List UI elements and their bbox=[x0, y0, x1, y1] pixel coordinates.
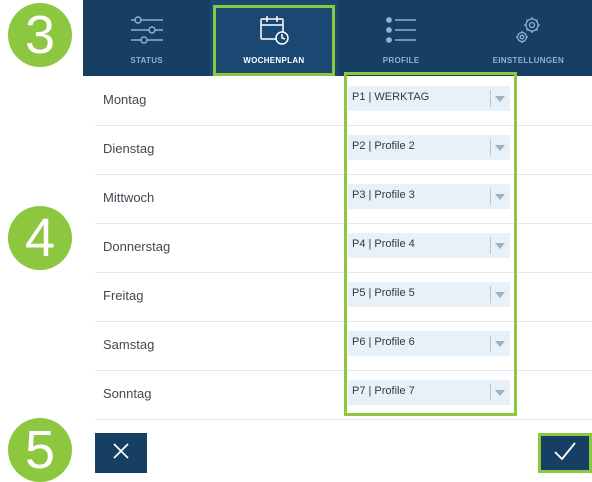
tab-einstellungen[interactable]: EINSTELLUNGEN bbox=[465, 0, 592, 76]
selected-profile: P4 | Profile 4 bbox=[352, 238, 415, 250]
chevron-down-icon bbox=[495, 390, 505, 396]
profile-select-dienstag[interactable]: P2 | Profile 2 bbox=[348, 135, 510, 160]
selected-profile: P7 | Profile 7 bbox=[352, 385, 415, 397]
select-divider bbox=[490, 237, 491, 254]
step-badge-4: 4 bbox=[8, 206, 72, 270]
chevron-down-icon bbox=[495, 194, 505, 200]
schedule-row-dienstag: Dienstag P2 | Profile 2 bbox=[95, 126, 592, 175]
select-divider bbox=[490, 90, 491, 107]
tab-profile[interactable]: PROFILE bbox=[338, 0, 465, 76]
select-divider bbox=[490, 139, 491, 156]
profile-select-freitag[interactable]: P5 | Profile 5 bbox=[348, 282, 510, 307]
step-badge-3: 3 bbox=[8, 3, 72, 67]
profile-select-samstag[interactable]: P6 | Profile 6 bbox=[348, 331, 510, 356]
select-divider bbox=[490, 335, 491, 352]
tab-label: EINSTELLUNGEN bbox=[492, 56, 565, 65]
profile-select-sonntag[interactable]: P7 | Profile 7 bbox=[348, 380, 510, 405]
day-label: Donnerstag bbox=[103, 239, 171, 254]
select-divider bbox=[490, 384, 491, 401]
day-label: Sonntag bbox=[103, 386, 152, 401]
schedule-row-sonntag: Sonntag P7 | Profile 7 bbox=[95, 371, 592, 420]
selected-profile: P6 | Profile 6 bbox=[352, 336, 415, 348]
select-divider bbox=[490, 188, 491, 205]
cancel-button[interactable] bbox=[95, 433, 147, 473]
profile-select-donnerstag[interactable]: P4 | Profile 4 bbox=[348, 233, 510, 258]
selected-profile: P1 | WERKTAG bbox=[352, 91, 430, 103]
schedule-row-freitag: Freitag P5 | Profile 5 bbox=[95, 273, 592, 322]
confirm-button[interactable] bbox=[538, 433, 592, 473]
profile-select-montag[interactable]: P1 | WERKTAG bbox=[348, 86, 510, 111]
tab-label: PROFILE bbox=[382, 56, 420, 65]
schedule-row-donnerstag: Donnerstag P4 | Profile 4 bbox=[95, 224, 592, 273]
chevron-down-icon bbox=[495, 145, 505, 151]
step-badge-5: 5 bbox=[8, 418, 72, 482]
day-label: Mittwoch bbox=[103, 190, 155, 205]
tab-label: STATUS bbox=[130, 56, 163, 65]
selected-profile: P2 | Profile 2 bbox=[352, 140, 415, 152]
selected-profile: P3 | Profile 3 bbox=[352, 189, 415, 201]
chevron-down-icon bbox=[495, 341, 505, 347]
chevron-down-icon bbox=[495, 243, 505, 249]
checkmark-icon bbox=[553, 441, 577, 466]
profile-select-mittwoch[interactable]: P3 | Profile 3 bbox=[348, 184, 510, 209]
close-icon bbox=[112, 442, 130, 465]
day-label: Freitag bbox=[103, 288, 144, 303]
day-label: Montag bbox=[103, 92, 147, 107]
day-label: Dienstag bbox=[103, 141, 155, 156]
select-divider bbox=[490, 286, 491, 303]
selected-profile: P5 | Profile 5 bbox=[352, 287, 415, 299]
chevron-down-icon bbox=[495, 96, 505, 102]
day-label: Samstag bbox=[103, 337, 155, 352]
calendar-clock-icon bbox=[258, 14, 290, 46]
tab-status[interactable]: STATUS bbox=[83, 0, 210, 76]
gears-icon bbox=[512, 14, 544, 46]
chevron-down-icon bbox=[495, 292, 505, 298]
schedule-row-montag: Montag P1 | WERKTAG bbox=[95, 77, 592, 126]
tab-wochenplan[interactable]: WOCHENPLAN bbox=[210, 0, 338, 76]
sliders-icon bbox=[130, 14, 164, 46]
top-navigation: STATUS WOCHENPLAN PROFILE EINSTELLUNGEN bbox=[83, 0, 592, 76]
schedule-row-mittwoch: Mittwoch P3 | Profile 3 bbox=[95, 175, 592, 224]
weekly-schedule: Montag P1 | WERKTAG Dienstag P2 | Profil… bbox=[95, 77, 592, 420]
schedule-row-samstag: Samstag P6 | Profile 6 bbox=[95, 322, 592, 371]
tab-label: WOCHENPLAN bbox=[243, 56, 305, 65]
list-icon bbox=[385, 14, 417, 46]
